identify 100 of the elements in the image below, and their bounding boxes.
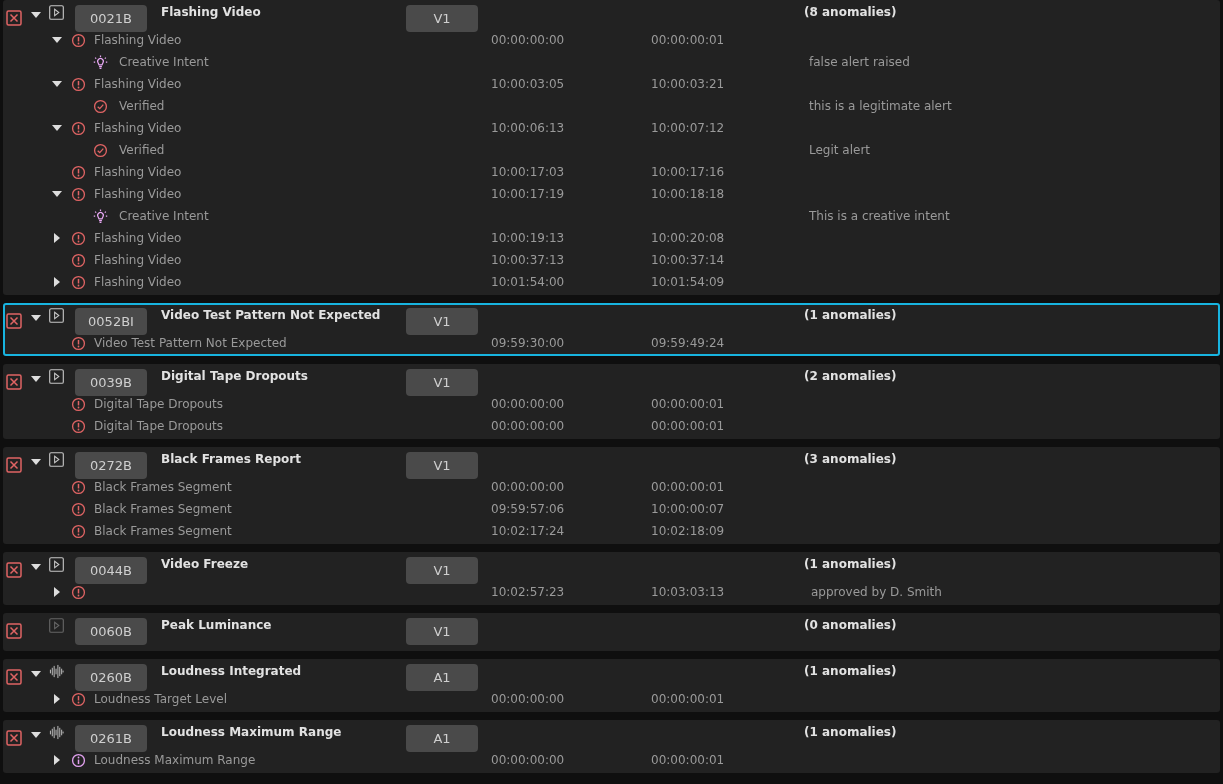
anomaly-note: approved by D. Smith <box>811 585 942 599</box>
anomaly-count: (3 anomalies) <box>804 452 897 466</box>
caret-down-icon[interactable] <box>31 671 41 677</box>
play-icon[interactable] <box>49 308 64 323</box>
check-title: Digital Tape Dropouts <box>160 369 309 383</box>
start-time: 10:00:06:13 <box>491 121 565 135</box>
close-icon[interactable] <box>6 313 22 329</box>
caret-down-icon[interactable] <box>31 459 41 465</box>
review-note: this is a legitimate alert <box>809 99 952 113</box>
anomaly-label: Flashing Video <box>94 253 182 267</box>
caret-down-icon[interactable] <box>31 732 41 738</box>
anomaly-label: Flashing Video <box>94 187 182 201</box>
check-title: Loudness Maximum Range <box>160 725 343 739</box>
caret-right-icon[interactable] <box>54 233 60 243</box>
start-time: 10:02:17:24 <box>491 524 565 538</box>
check-title: Loudness Integrated <box>160 664 303 678</box>
close-icon[interactable] <box>6 623 22 639</box>
caret-right-icon[interactable] <box>54 587 60 597</box>
track-badge: A1 <box>406 725 478 752</box>
end-time: 10:00:17:16 <box>651 165 725 179</box>
close-icon[interactable] <box>6 374 22 390</box>
check-title: Video Test Pattern Not Expected <box>160 308 382 322</box>
end-time: 10:00:07:12 <box>651 121 725 135</box>
close-icon[interactable] <box>6 562 22 578</box>
caret-down-icon[interactable] <box>31 315 41 321</box>
check-group-panel[interactable]: 0060B Peak Luminance V1 (0 anomalies) <box>3 613 1220 651</box>
check-group-panel[interactable]: 0260B Loudness Integrated A1 (1 anomalies) Loudness Target Level 00:00:00:00 00:00:00:01 <box>3 659 1220 712</box>
code-badge: 0021B <box>75 5 147 32</box>
play-icon[interactable] <box>49 452 64 467</box>
review-note: false alert raised <box>809 55 910 69</box>
anomaly-label: Flashing Video <box>94 33 182 47</box>
anomaly-label: Video Test Pattern Not Expected <box>94 336 287 350</box>
close-icon[interactable] <box>6 457 22 473</box>
caret-down-icon[interactable] <box>52 191 62 197</box>
start-time: 00:00:00:00 <box>491 33 565 47</box>
track-badge: A1 <box>406 664 478 691</box>
anomaly-count: (1 anomalies) <box>804 308 897 322</box>
end-time: 10:02:18:09 <box>651 524 725 538</box>
anomaly-count: (1 anomalies) <box>804 725 897 739</box>
caret-right-icon[interactable] <box>54 277 60 287</box>
start-time: 10:01:54:00 <box>491 275 565 289</box>
start-time: 10:00:17:03 <box>491 165 565 179</box>
start-time: 00:00:00:00 <box>491 419 565 433</box>
start-time: 00:00:00:00 <box>491 397 565 411</box>
anomaly-label: Flashing Video <box>94 77 182 91</box>
caret-down-icon[interactable] <box>31 376 41 382</box>
end-time: 10:00:00:07 <box>651 502 725 516</box>
code-badge: 0260B <box>75 664 147 691</box>
caret-down-icon[interactable] <box>52 37 62 43</box>
review-label: Creative Intent <box>119 209 209 223</box>
caret-down-icon[interactable] <box>31 12 41 18</box>
waveform-icon[interactable] <box>49 664 64 679</box>
check-group-panel[interactable]: 0044B Video Freeze V1 (1 anomalies) 10:02:57:23 10:03:03:13 approved by D. Smith <box>3 552 1220 605</box>
close-icon[interactable] <box>6 669 22 685</box>
track-badge: V1 <box>406 308 478 335</box>
end-time: 10:00:18:18 <box>651 187 725 201</box>
close-icon[interactable] <box>6 10 22 26</box>
end-time: 10:01:54:09 <box>651 275 725 289</box>
end-time: 00:00:00:01 <box>651 753 725 767</box>
play-icon[interactable] <box>49 369 64 384</box>
caret-right-icon[interactable] <box>54 755 60 765</box>
anomaly-label: Flashing Video <box>94 231 182 245</box>
end-time: 09:59:49:24 <box>651 336 725 350</box>
start-time: 10:00:03:05 <box>491 77 565 91</box>
anomaly-count: (1 anomalies) <box>804 664 897 678</box>
check-title: Black Frames Report <box>160 452 302 466</box>
close-icon[interactable] <box>6 730 22 746</box>
check-group-panel[interactable]: 0039B Digital Tape Dropouts V1 (2 anomalies) Digital Tape Dropouts 00:00:00:00 00:00:00:01 Digital Tape Dropouts 00:00:00:00 00:00:00:01 <box>3 364 1220 439</box>
code-badge: 0272B <box>75 452 147 479</box>
code-badge: 0261B <box>75 725 147 752</box>
anomaly-count: (0 anomalies) <box>804 618 897 632</box>
review-label: Creative Intent <box>119 55 209 69</box>
review-label: Verified <box>119 99 165 113</box>
start-time: 09:59:57:06 <box>491 502 565 516</box>
check-group-panel[interactable]: 0261B Loudness Maximum Range A1 (1 anomalies) Loudness Maximum Range 00:00:00:00 00:00:00:01 <box>3 720 1220 773</box>
start-time: 00:00:00:00 <box>491 692 565 706</box>
check-title: Peak Luminance <box>160 618 273 632</box>
anomaly-count: (1 anomalies) <box>804 557 897 571</box>
end-time: 10:00:37:14 <box>651 253 725 267</box>
code-badge: 0052BI <box>75 308 147 335</box>
review-note: This is a creative intent <box>809 209 950 223</box>
caret-down-icon[interactable] <box>52 125 62 131</box>
start-time: 10:02:57:23 <box>491 585 565 599</box>
track-badge: V1 <box>406 452 478 479</box>
check-title: Video Freeze <box>160 557 250 571</box>
check-group-panel[interactable]: 0272B Black Frames Report V1 (3 anomalies) Black Frames Segment 00:00:00:00 00:00:00:01 Black Frames Segment 09:59:57:06 10:00:00:07 Black Frames Segment 10:02:17:24 10:02:18:09 <box>3 447 1220 544</box>
caret-down-icon[interactable] <box>52 81 62 87</box>
anomaly-label: Black Frames Segment <box>94 502 232 516</box>
play-icon[interactable] <box>49 5 64 20</box>
waveform-icon[interactable] <box>49 725 64 740</box>
end-time: 10:00:03:21 <box>651 77 725 91</box>
caret-down-icon[interactable] <box>31 564 41 570</box>
code-badge: 0039B <box>75 369 147 396</box>
start-time: 00:00:00:00 <box>491 753 565 767</box>
start-time: 09:59:30:00 <box>491 336 565 350</box>
caret-right-icon[interactable] <box>54 694 60 704</box>
anomaly-count: (2 anomalies) <box>804 369 897 383</box>
play-icon[interactable] <box>49 557 64 572</box>
check-group-panel[interactable]: 0052BI Video Test Pattern Not Expected V1 (1 anomalies) Video Test Pattern Not Expected 09:59:30:00 09:59:49:24 <box>3 303 1220 356</box>
check-group-panel[interactable] <box>3 0 1220 295</box>
